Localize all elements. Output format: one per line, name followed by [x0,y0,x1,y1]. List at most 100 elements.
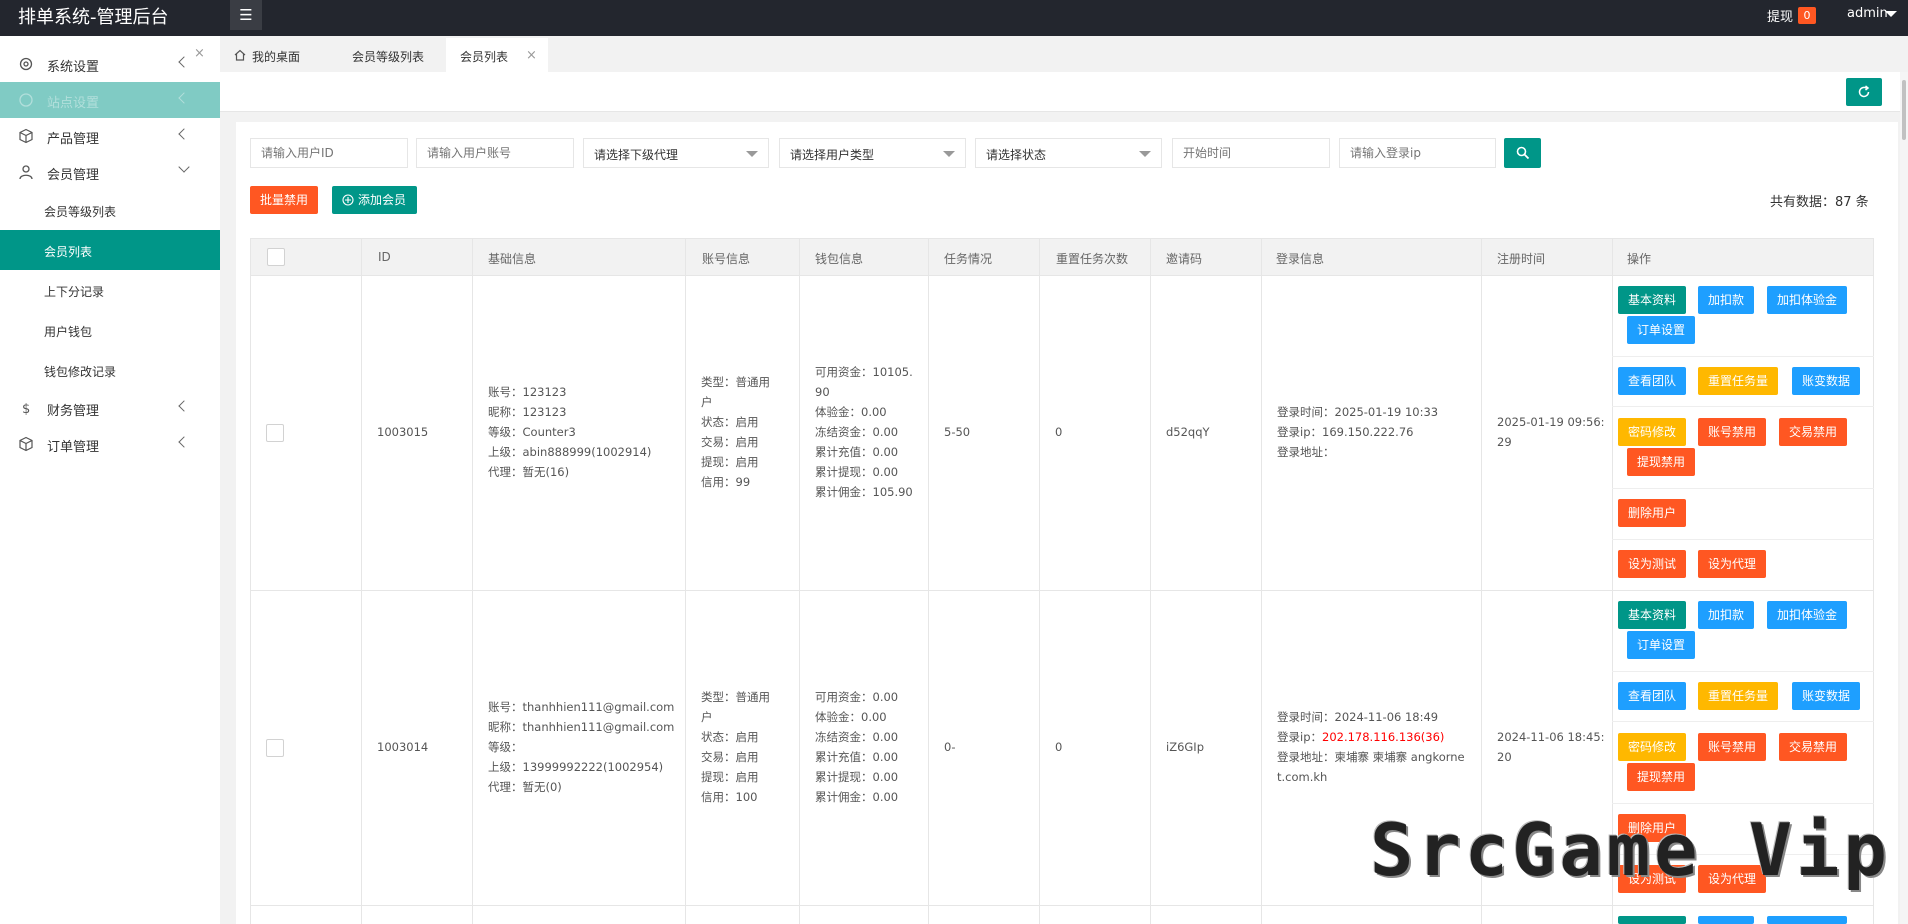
sidebar-subitem-member-levels[interactable]: 会员等级列表 [0,190,220,230]
change-password-button[interactable]: 密码修改 [1618,418,1686,446]
sidebar-item-site-settings[interactable]: 站点设置 [0,82,220,118]
basic-level: 等级：Counter3 [488,425,576,439]
cell-wallet-info: 可用资金：0.00 体验金：0.00 冻结资金：0.00 累计充值：0.00 累… [815,687,898,807]
sidebar-subitem-user-wallet[interactable]: 用户钱包 [0,310,220,350]
disable-trade-button[interactable]: 交易禁用 [1779,733,1847,761]
caret-down-icon [943,151,955,157]
close-icon[interactable]: × [194,46,205,61]
sidebar-subitem-label: 用户钱包 [44,325,93,339]
search-icon [1516,146,1530,160]
disable-account-button[interactable]: 账号禁用 [1698,418,1766,446]
status-select[interactable]: 请选择状态 [975,138,1162,168]
col-invite-code[interactable]: 邀请码 [1166,250,1202,267]
wallet-recharge: 累计充值：0.00 [815,445,899,459]
tab-my-desktop[interactable]: 我的桌面 [234,38,324,72]
login-ip-input[interactable] [1339,138,1496,168]
refresh-button[interactable] [1846,78,1882,106]
sidebar-subitem-label: 钱包修改记录 [44,365,117,379]
basic-info-button[interactable]: 基本资料 [1618,286,1686,314]
col-account-info[interactable]: 账号信息 [702,250,750,267]
register-seconds: 29 [1497,435,1512,449]
sidebar-subitem-wallet-changes[interactable]: 钱包修改记录 [0,350,220,390]
agent-select[interactable]: 请选择下级代理 [583,138,769,168]
sidebar-item-system-settings[interactable]: 系统设置 [0,46,220,82]
login-ip: 202.178.116.136(36) [1322,730,1445,744]
sidebar-item-label: 财务管理 [47,404,100,419]
basic-info-button-partial[interactable] [1618,916,1686,924]
batch-disable-button[interactable]: 批量禁用 [250,186,318,214]
add-exp-button[interactable]: 加扣体验金 [1767,601,1847,629]
order-settings-button[interactable]: 订单设置 [1627,316,1695,344]
cell-account-info: 类型：普通用 户 状态：启用 交易：启用 提现：启用 信用：100 [701,687,770,807]
user-account-input[interactable] [416,138,574,168]
col-login-info[interactable]: 登录信息 [1276,250,1324,267]
page-scrollbar[interactable] [1900,72,1908,924]
basic-info-button[interactable]: 基本资料 [1618,601,1686,629]
sidebar-item-members[interactable]: 会员管理 [0,154,220,190]
menu-toggle-button[interactable]: ☰ [230,0,262,30]
disable-withdraw-button[interactable]: 提现禁用 [1627,763,1695,791]
scrollbar-thumb[interactable] [1902,80,1906,140]
wallet-available-cont: 90 [815,385,830,399]
refresh-icon [1858,85,1870,98]
select-all-checkbox[interactable] [267,248,285,266]
add-exp-button[interactable]: 加扣体验金 [1767,286,1847,314]
col-reset-count[interactable]: 重置任务次数 [1056,250,1128,267]
reset-task-button[interactable]: 重置任务量 [1698,682,1778,710]
start-time-input[interactable] [1172,138,1330,168]
col-id[interactable]: ID [378,250,391,264]
disable-trade-button[interactable]: 交易禁用 [1779,418,1847,446]
user-menu[interactable]: admin [1847,6,1888,21]
change-password-button[interactable]: 密码修改 [1618,733,1686,761]
add-deduct-button[interactable]: 加扣款 [1698,286,1754,314]
cell-basic-info: 账号：123123 昵称：123123 等级：Counter3 上级：abin8… [488,382,651,482]
table-border [250,238,251,924]
view-team-button[interactable]: 查看团队 [1618,367,1686,395]
disable-withdraw-button[interactable]: 提现禁用 [1627,448,1695,476]
set-agent-button[interactable]: 设为代理 [1698,550,1766,578]
add-deduct-button[interactable]: 加扣款 [1698,601,1754,629]
account-status: 状态：启用 [701,730,759,744]
account-type-cont: 户 [701,395,713,409]
cell-invite-code: iZ6GIp [1166,740,1204,754]
reset-task-button[interactable]: 重置任务量 [1698,367,1778,395]
sidebar-item-label: 产品管理 [47,132,100,147]
basic-nickname: 昵称：thanhhien111@gmail.com [488,720,675,734]
tab-label: 我的桌面 [252,50,301,64]
sidebar-item-orders[interactable]: 订单管理 [0,426,220,462]
col-basic-info[interactable]: 基础信息 [488,250,536,267]
row-checkbox[interactable] [266,424,284,442]
account-changes-button[interactable]: 账变数据 [1792,682,1860,710]
add-deduct-button-partial[interactable] [1698,916,1754,924]
withdraw-link[interactable]: 提现 [1767,6,1793,25]
tab-member-levels[interactable]: 会员等级列表 × [194,38,446,72]
search-button[interactable] [1504,138,1541,168]
tab-label: 会员等级列表 [352,50,425,64]
account-changes-button[interactable]: 账变数据 [1792,367,1860,395]
wallet-withdraw: 累计提现：0.00 [815,465,899,479]
close-icon[interactable]: × [526,48,537,63]
add-member-button[interactable]: 添加会员 [332,186,417,214]
delete-user-button[interactable]: 删除用户 [1618,499,1686,527]
tab-bar: 我的桌面 会员等级列表 × 会员列表 × [194,36,1908,72]
account-withdraw: 提现：启用 [701,770,759,784]
row-checkbox[interactable] [266,739,284,757]
sidebar-item-products[interactable]: 产品管理 [0,118,220,154]
disable-account-button[interactable]: 账号禁用 [1698,733,1766,761]
col-wallet-info[interactable]: 钱包信息 [815,250,863,267]
sidebar-subitem-score-records[interactable]: 上下分记录 [0,270,220,310]
user-id-input[interactable] [250,138,408,168]
view-team-button[interactable]: 查看团队 [1618,682,1686,710]
add-exp-button-partial[interactable] [1767,916,1847,924]
col-actions[interactable]: 操作 [1627,250,1651,267]
sidebar-subitem-member-list[interactable]: 会员列表 [0,230,220,270]
col-task[interactable]: 任务情况 [944,250,992,267]
sidebar-item-finance[interactable]: $ 财务管理 [0,390,220,426]
caret-down-icon[interactable] [1885,11,1897,17]
tab-member-list[interactable]: 会员列表 × [446,38,548,72]
col-register-time[interactable]: 注册时间 [1497,250,1545,267]
set-test-button[interactable]: 设为测试 [1618,550,1686,578]
user-type-select[interactable]: 请选择用户类型 [779,138,966,168]
wallet-frozen: 冻结资金：0.00 [815,425,899,439]
order-settings-button[interactable]: 订单设置 [1627,631,1695,659]
